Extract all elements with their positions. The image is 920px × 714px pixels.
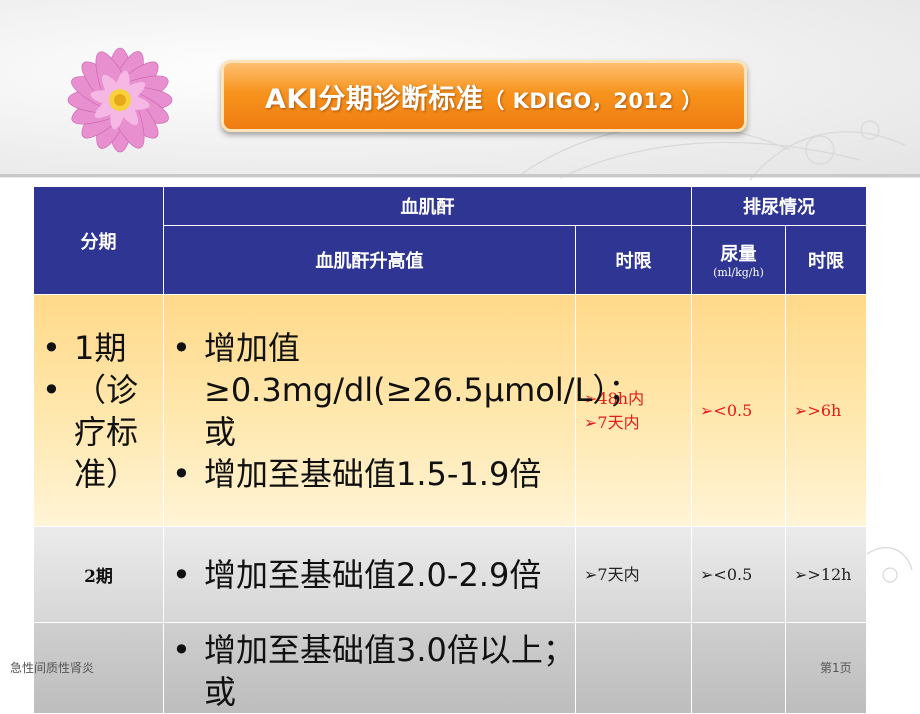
stage2-cell: 2期	[33, 526, 164, 623]
stage2-urine-volume-cell: ➢<0.5	[691, 526, 786, 623]
stage1-creatinine-cell: 增加值≥0.3mg/dl(≥26.5μmol/L）；或 增加至基础值1.5-1.…	[163, 294, 640, 527]
stage2-time-cell: ➢7天内	[575, 526, 692, 623]
table-row-stage2: 2期 增加至基础值2.0-2.9倍 ➢7天内 ➢<0.5 ➢>12h	[33, 526, 867, 623]
creatinine-item: 增加值≥0.3mg/dl(≥26.5μmol/L）；或	[172, 327, 640, 453]
urine-time-value: ➢>6h	[794, 400, 842, 420]
stage3-urine-volume-cell	[691, 622, 786, 714]
header-urine-unit: (ml/kg/h)	[713, 266, 764, 279]
flower-decoration	[67, 47, 173, 153]
stage1-urine-volume-cell: ➢<0.5	[691, 294, 786, 527]
stage2-creatinine-cell: 增加至基础值2.0-2.9倍	[163, 526, 576, 623]
stage3-creatinine-list: 增加至基础值3.0倍以上；或	[164, 629, 575, 713]
header-stage: 分期	[33, 186, 164, 295]
slide-title-box: AKI分期诊断标准（ KDIGO，2012 ）	[221, 60, 747, 132]
header-creatinine-group: 血肌酐	[163, 186, 692, 226]
stage1-creatinine-list: 增加值≥0.3mg/dl(≥26.5μmol/L）；或 增加至基础值1.5-1.…	[164, 327, 640, 495]
urine-time-value: ➢>12h	[794, 564, 852, 584]
stage2-urine-time-cell: ➢>12h	[785, 526, 867, 623]
header-time-limit: 时限	[575, 225, 692, 295]
stage3-time-cell	[575, 622, 692, 714]
stage1-list: 1期 （诊疗标准）	[34, 327, 163, 495]
page-number: 第1页	[820, 661, 852, 675]
creatinine-item: 增加至基础值2.0-2.9倍	[172, 554, 575, 596]
stage2-creatinine-list: 增加至基础值2.0-2.9倍	[164, 554, 575, 596]
header-creatinine-rise: 血肌酐升高值	[163, 225, 576, 295]
time-item: ➢7天内	[584, 564, 640, 584]
header-urine-group: 排尿情况	[691, 186, 867, 226]
title-sub: （ KDIGO，2012 ）	[483, 88, 704, 113]
urine-volume-value: ➢<0.5	[700, 564, 753, 584]
stage1-item: 1期	[42, 327, 163, 369]
creatinine-item: 增加至基础值1.5-1.9倍	[172, 453, 575, 495]
header-urine-volume: 尿量 (ml/kg/h)	[691, 225, 786, 295]
title-main: AKI分期诊断标准	[264, 83, 484, 115]
table-row-stage1: 1期 （诊疗标准） 增加值≥0.3mg/dl(≥26.5μmol/L）；或 增加…	[33, 294, 867, 527]
creatinine-item: 增加至基础值3.0倍以上；或	[172, 629, 575, 713]
footer-left-text: 急性间质性肾炎	[10, 661, 95, 675]
stage1-time-cell: ➢48h内 ➢7天内	[575, 294, 692, 527]
urine-volume-value: ➢<0.5	[700, 400, 753, 420]
stage1-cell: 1期 （诊疗标准）	[33, 294, 164, 527]
header-urine-volume-label: 尿量	[720, 244, 757, 265]
stage3-creatinine-cell: 增加至基础值3.0倍以上；或	[163, 622, 576, 714]
stage1-urine-time-cell: ➢>6h	[785, 294, 867, 527]
table-row-stage3: 增加至基础值3.0倍以上；或	[33, 622, 867, 714]
slide-title: AKI分期诊断标准（ KDIGO，2012 ）	[265, 77, 703, 116]
kdigo-staging-table: 分期 血肌酐 排尿情况 血肌酐升高值 时限 尿量 (ml/kg/h) 时限 1期…	[33, 186, 867, 714]
time-item: ➢7天内	[584, 412, 640, 432]
header-urine-time-limit: 时限	[785, 225, 867, 295]
stage1-item: （诊疗标准）	[42, 369, 163, 495]
